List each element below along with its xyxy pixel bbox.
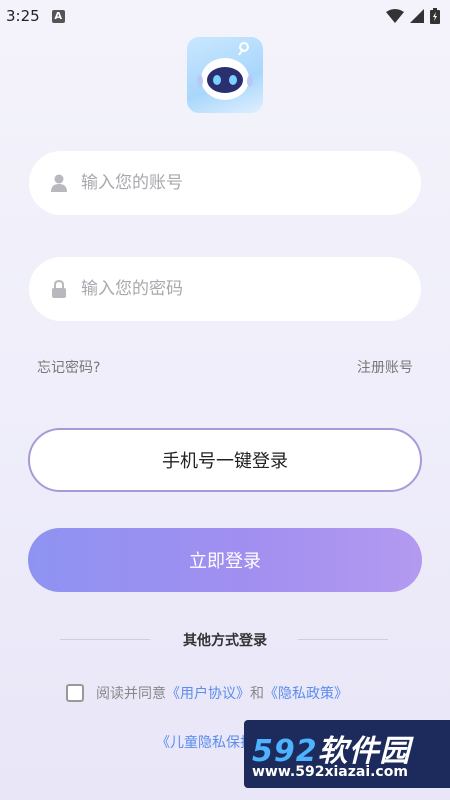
agreement-row: 阅读并同意 《用户协议》 和 《隐私政策》 (66, 683, 348, 703)
robot-icon (197, 42, 253, 100)
wifi-icon (386, 9, 404, 23)
register-link[interactable]: 注册账号 (357, 357, 413, 377)
battery-icon (430, 8, 440, 24)
account-field[interactable] (29, 151, 421, 215)
privacy-policy-link[interactable]: 《隐私政策》 (264, 683, 348, 703)
agree-checkbox[interactable] (66, 684, 84, 702)
divider-right (298, 639, 388, 640)
password-field[interactable] (29, 257, 421, 321)
child-privacy-link[interactable]: 《儿童隐私保护 (156, 732, 254, 752)
login-button[interactable]: 立即登录 (28, 528, 422, 592)
lock-icon (52, 280, 66, 298)
agreement-prefix: 阅读并同意 (96, 686, 166, 702)
status-icons (386, 8, 440, 24)
account-input[interactable] (81, 173, 381, 193)
notification-icon: A (51, 9, 65, 23)
watermark-url: www.592xiazai.com (252, 764, 408, 780)
user-icon (51, 174, 67, 192)
signal-icon (410, 9, 424, 23)
phone-login-button[interactable]: 手机号一键登录 (28, 428, 422, 492)
forgot-password-link[interactable]: 忘记密码? (37, 357, 100, 377)
watermark: 592软件园 www.592xiazai.com (244, 720, 450, 788)
other-methods-title: 其他方式登录 (183, 633, 267, 649)
status-bar: 3:25 A (0, 0, 450, 32)
user-agreement-link[interactable]: 《用户协议》 (166, 683, 250, 703)
agreement-and: 和 (250, 686, 264, 702)
password-input[interactable] (81, 279, 381, 299)
status-time: 3:25 (6, 7, 40, 25)
app-logo (187, 37, 263, 113)
